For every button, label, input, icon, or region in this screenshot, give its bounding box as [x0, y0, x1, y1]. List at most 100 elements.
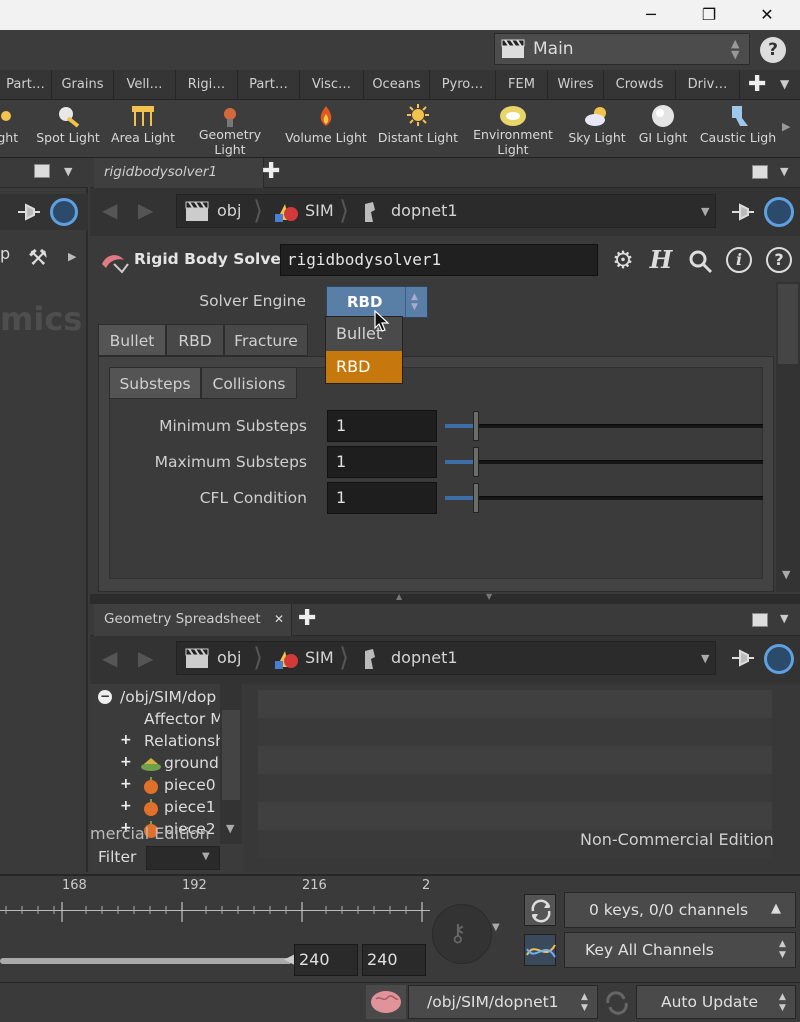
status-path-field[interactable]: /obj/SIM/dopnet1 ▲ ▼: [408, 985, 598, 1019]
spot-light-tool[interactable]: Spot Light: [34, 100, 102, 158]
scroll-down-icon[interactable]: ▼: [782, 568, 790, 581]
refresh-icon[interactable]: [602, 989, 632, 1017]
sync-icon[interactable]: [524, 894, 556, 926]
houdini-help-icon[interactable]: H: [646, 245, 676, 275]
range-slider[interactable]: [0, 958, 292, 964]
shelf-tab[interactable]: Rigi…: [176, 70, 238, 100]
add-tab-icon[interactable]: ✚: [262, 159, 280, 184]
tab-substeps[interactable]: Substeps: [109, 367, 201, 399]
tree-row[interactable]: + piece1: [98, 798, 228, 820]
forward-arrow-icon[interactable]: ▶: [138, 198, 153, 222]
cfl-condition-slider[interactable]: [445, 483, 763, 513]
expand-icon[interactable]: +: [120, 776, 132, 792]
minimize-button[interactable]: ─: [628, 0, 674, 30]
shelf-tab[interactable]: Part…: [0, 70, 52, 100]
collapse-icon[interactable]: −: [98, 690, 112, 704]
scroll-down-icon[interactable]: ▼: [226, 822, 234, 835]
cfl-condition-field[interactable]: 1: [327, 482, 437, 514]
add-tab-icon[interactable]: ✚: [298, 606, 316, 631]
back-arrow-icon[interactable]: ◀: [102, 198, 117, 222]
shelf-menu-icon[interactable]: ▼: [780, 77, 789, 91]
shelf-tab[interactable]: Part…: [238, 70, 300, 100]
dropdown-option-bullet[interactable]: Bullet: [326, 317, 402, 351]
close-button[interactable]: ✕: [744, 0, 790, 30]
dropdown-option-rbd[interactable]: RBD: [326, 351, 402, 383]
scroll-thumb[interactable]: [222, 710, 240, 800]
animation-curve-icon[interactable]: [524, 934, 556, 966]
add-shelf-icon[interactable]: ✚: [748, 72, 766, 97]
range-end-handle[interactable]: ◀: [284, 952, 294, 967]
gi-light-tool[interactable]: GI Light: [636, 100, 690, 158]
shelf-tab[interactable]: Crowds: [604, 70, 676, 100]
tab-rbd[interactable]: RBD: [166, 324, 224, 356]
key-menu-icon[interactable]: ▼: [492, 922, 500, 933]
link-icon[interactable]: [764, 644, 794, 674]
info-icon[interactable]: i: [726, 247, 752, 273]
scroll-thumb[interactable]: [778, 284, 798, 364]
tab-rigidbodysolver1[interactable]: rigidbodysolver1: [94, 158, 264, 188]
shelf-tab[interactable]: Wires: [548, 70, 604, 100]
max-substeps-slider[interactable]: [445, 447, 763, 477]
crumb-dopnet1[interactable]: dopnet1: [391, 201, 458, 220]
tree-scrollbar[interactable]: ▼: [220, 684, 242, 844]
maximize-pane-icon[interactable]: [752, 613, 768, 627]
shelf-tab[interactable]: Visc…: [300, 70, 364, 100]
pane-menu-icon[interactable]: ▼: [780, 612, 788, 625]
tab-geometry-spreadsheet[interactable]: Geometry Spreadsheet ✕: [94, 604, 292, 636]
pane-menu-icon[interactable]: ▼: [780, 165, 788, 178]
pane-divider[interactable]: ▲ ▼: [90, 592, 800, 604]
expand-icon[interactable]: +: [120, 732, 132, 748]
tab-fracture[interactable]: Fracture: [224, 324, 308, 356]
key-all-channels-menu[interactable]: Key All Channels ▲ ▼: [564, 932, 796, 968]
link-icon[interactable]: [50, 198, 78, 226]
shelf-scroll-icon[interactable]: ▶: [782, 120, 790, 133]
distant-light-tool[interactable]: Distant Light: [376, 100, 460, 158]
expand-icon[interactable]: +: [120, 754, 132, 770]
forward-arrow-icon[interactable]: ▶: [138, 646, 153, 670]
tab-bullet[interactable]: Bullet: [98, 324, 166, 356]
shelf-tab[interactable]: FEM: [496, 70, 548, 100]
search-icon[interactable]: [688, 249, 714, 275]
shelf-tab[interactable]: Driv…: [676, 70, 740, 100]
area-light-tool[interactable]: Area Light: [108, 100, 178, 158]
help-icon[interactable]: ?: [766, 247, 792, 273]
path-dropdown-icon[interactable]: ▼: [701, 652, 709, 665]
expand-icon[interactable]: +: [120, 798, 132, 814]
pin-icon[interactable]: [16, 200, 42, 224]
tree-row[interactable]: Affector M: [98, 710, 228, 732]
slider-handle[interactable]: [473, 483, 479, 513]
link-icon[interactable]: [764, 197, 794, 227]
help-icon[interactable]: ?: [760, 37, 786, 63]
caustic-light-tool[interactable]: Caustic Ligh: [698, 100, 778, 158]
gear-icon[interactable]: ⚙: [608, 245, 638, 275]
desktop-selector[interactable]: Main ▲ ▼: [494, 33, 750, 65]
tree-row[interactable]: + piece0: [98, 776, 228, 798]
max-substeps-field[interactable]: 1: [327, 446, 437, 478]
shelf-tab[interactable]: Pyro…: [430, 70, 496, 100]
light-tool[interactable]: ight: [0, 100, 26, 158]
tools-icon[interactable]: ⚒: [28, 246, 48, 271]
pane-menu-icon[interactable]: ▼: [64, 165, 72, 178]
tab-collisions[interactable]: Collisions: [201, 367, 297, 399]
geometry-light-tool[interactable]: Geometry Light: [190, 100, 270, 158]
path-breadcrumb[interactable]: obj ⟩ SIM ⟩ dopnet1 ▼: [176, 194, 716, 228]
path-dropdown-icon[interactable]: ▼: [701, 205, 709, 218]
environment-light-tool[interactable]: Environment Light: [470, 100, 556, 158]
keys-info-field[interactable]: 0 keys, 0/0 channels ▲: [564, 892, 796, 928]
back-arrow-icon[interactable]: ◀: [102, 646, 117, 670]
key-button[interactable]: ⚷: [432, 904, 492, 964]
maximize-pane-icon[interactable]: [34, 164, 50, 178]
volume-light-tool[interactable]: Volume Light: [284, 100, 368, 158]
global-end-field[interactable]: 240: [362, 944, 426, 976]
slider-handle[interactable]: [473, 411, 479, 441]
node-name-field[interactable]: rigidbodysolver1: [280, 244, 598, 276]
tree-row[interactable]: + Relationsh: [98, 732, 228, 754]
maximize-pane-icon[interactable]: [752, 165, 768, 179]
crumb-sim[interactable]: SIM: [305, 648, 334, 667]
close-tab-icon[interactable]: ✕: [274, 612, 284, 626]
pin-icon[interactable]: [730, 646, 756, 670]
tree-row[interactable]: + ground: [98, 754, 228, 776]
param-scrollbar[interactable]: ▼: [776, 282, 800, 592]
expand-up-icon[interactable]: ▲: [771, 901, 781, 916]
min-substeps-field[interactable]: 1: [327, 410, 437, 442]
